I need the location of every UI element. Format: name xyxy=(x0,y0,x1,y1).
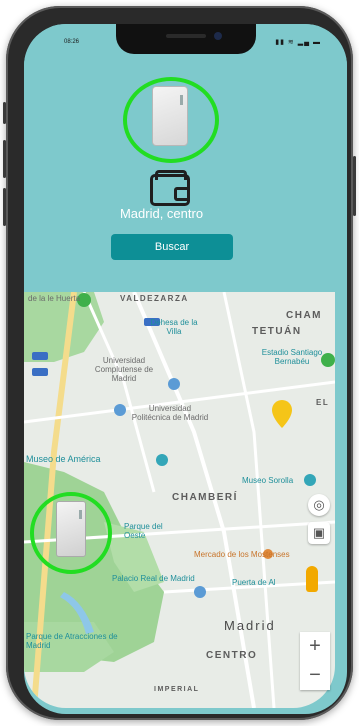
highlight-ring-top xyxy=(123,77,219,163)
status-icons: ▮▮ ≋ ▂▄ ▬ xyxy=(275,39,321,46)
search-button[interactable]: Buscar xyxy=(111,234,233,260)
map-label-upm: Universidad Politécnica de Madrid xyxy=(131,404,209,422)
poi-pin-ucm xyxy=(168,378,180,390)
map-label-museo-america: Museo de América xyxy=(26,454,101,464)
map-label-dehesa: Dehesa de la Villa xyxy=(150,318,198,336)
map-label-mercado: Mercado de los Mostenses xyxy=(194,550,290,559)
wallet-icon xyxy=(150,170,190,206)
map-label-imperial: IMPERIAL xyxy=(154,686,200,693)
map-label-el: EL xyxy=(316,398,330,407)
mute-switch xyxy=(3,102,6,124)
metro-marker-1 xyxy=(32,352,48,360)
speaker-grille xyxy=(166,34,206,38)
map-label-top-left: de la le Huerta xyxy=(28,294,81,303)
poi-pin-museo-america xyxy=(156,454,168,466)
map-label-tetuan: TETUÁN xyxy=(252,326,302,337)
transit-icon[interactable]: ▣ xyxy=(308,522,330,544)
zoom-out-button[interactable]: − xyxy=(300,661,330,690)
yellow-location-pin[interactable] xyxy=(272,400,292,428)
poi-pin-upm xyxy=(114,404,126,416)
map-label-centro: CENTRO xyxy=(206,650,258,661)
map-label-parque-atracciones: Parque de Atracciones de Madrid xyxy=(26,632,118,650)
map-label-palacio: Palacio Real de Madrid xyxy=(112,574,195,583)
map-label-bernabeu: Estadio Santiago Bernabéu xyxy=(261,348,323,366)
zoom-in-button[interactable]: + xyxy=(300,632,330,661)
map-label-parque-oeste: Parque del Oeste xyxy=(124,522,163,540)
map-label-museo-sorolla: Museo Sorolla xyxy=(242,476,294,485)
notch xyxy=(116,24,256,54)
poi-pin-palacio xyxy=(194,586,206,598)
map-label-ucm: Universidad Complutense de Madrid xyxy=(94,356,154,383)
locate-me-button[interactable]: ◎ xyxy=(308,494,330,516)
map-label-madrid: Madrid xyxy=(224,618,276,633)
map-label-valdezarza: VALDEZARZA xyxy=(120,294,189,303)
map-device-marker[interactable] xyxy=(56,501,86,557)
metro-marker-2 xyxy=(32,368,48,376)
location-label: Madrid, centro xyxy=(119,206,204,221)
status-time: 08:26 xyxy=(64,39,80,45)
map-label-puerta: Puerta de Al xyxy=(232,578,276,587)
front-camera xyxy=(214,32,222,40)
power-button xyxy=(353,156,356,216)
poi-pin-museo-sorolla xyxy=(304,474,316,486)
volume-up-button xyxy=(3,140,6,178)
street-view-pegman-icon[interactable] xyxy=(306,566,318,592)
map-label-chamartin: CHAM xyxy=(286,310,322,321)
map-label-chamberi: CHAMBERÍ xyxy=(172,492,238,503)
zoom-controls: + − xyxy=(300,632,330,690)
